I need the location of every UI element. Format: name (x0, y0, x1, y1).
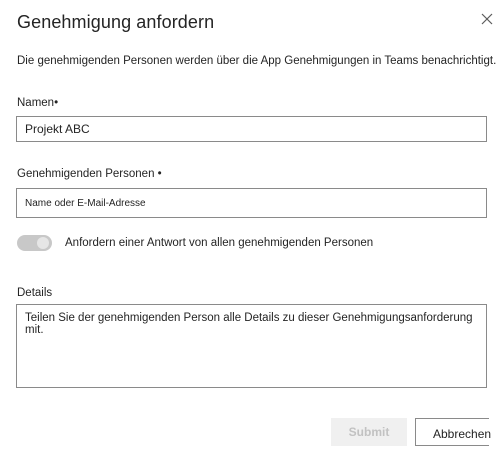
require-all-row: Anfordern einer Antwort von allen genehm… (17, 233, 373, 253)
details-label: Details (17, 287, 53, 299)
require-all-label: Anfordern einer Antwort von allen genehm… (65, 237, 374, 249)
toggle-knob (37, 237, 49, 249)
dialog-title: Genehmigung anfordern (17, 12, 215, 32)
require-all-toggle[interactable] (17, 235, 52, 251)
dialog-description: Die genehmigenden Personen werden über d… (17, 55, 497, 67)
cancel-button[interactable]: Abbrechen (415, 418, 491, 446)
approvers-label: Genehmigenden Personen • (17, 168, 162, 180)
close-icon[interactable] (480, 12, 494, 26)
name-input[interactable] (16, 116, 487, 142)
approvers-input[interactable] (16, 188, 487, 218)
submit-button[interactable]: Submit (331, 418, 407, 446)
name-label: Namen• (17, 97, 59, 109)
details-textarea[interactable] (16, 304, 487, 388)
approval-dialog: Genehmigung anfordern Die genehmigenden … (0, 0, 500, 455)
